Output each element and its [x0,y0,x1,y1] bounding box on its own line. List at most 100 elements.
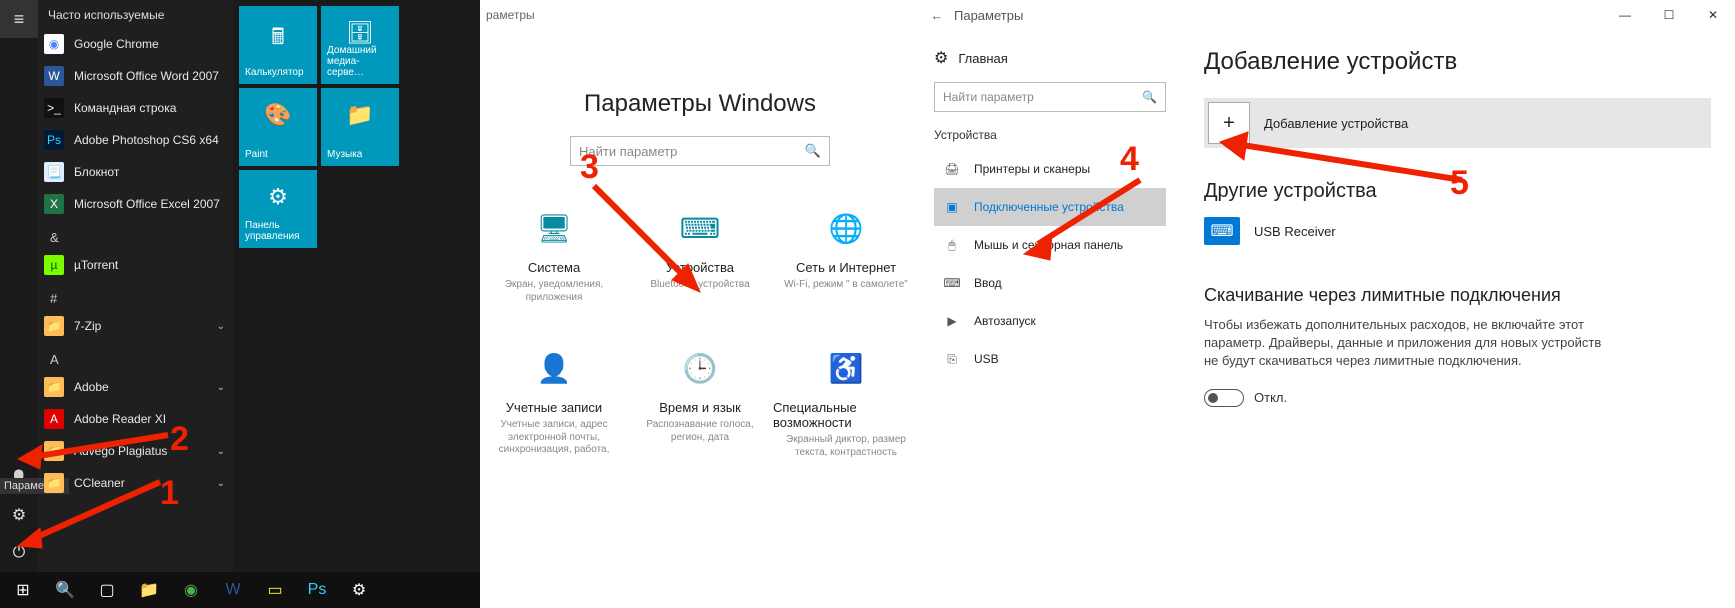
taskbar-settings-icon[interactable]: ⚙ [338,572,380,608]
app-label: Блокнот [74,165,119,179]
app-item[interactable]: 📁Adobe⌄ [38,371,233,403]
app-label: Adobe Photoshop CS6 x64 [74,133,219,147]
sidebar-item-label: Автозапуск [974,314,1036,328]
add-device-label: Добавление устройства [1264,116,1408,131]
sidebar-item[interactable]: 🖨Принтеры и сканеры [934,150,1166,188]
app-icon: 📃 [44,162,64,182]
tile[interactable]: 🗄Домашний медиа-серве… [321,6,399,84]
device-name: USB Receiver [1254,224,1336,239]
hamburger-icon[interactable] [0,0,38,38]
app-item[interactable]: 📁Advego Plagiatus⌄ [38,435,233,467]
letter-a[interactable]: A [38,342,233,371]
sidebar-item[interactable]: ⌨Ввод [934,264,1166,302]
app-item[interactable]: AAdobe Reader XI [38,403,233,435]
window-controls: — ☐ ✕ [1603,1,1735,29]
metered-toggle[interactable]: Откл. [1204,389,1711,407]
app-icon: 📁 [44,316,64,336]
devices-sidebar: ⚙ Главная Найти параметр 🔍 Устройства 🖨П… [920,30,1180,608]
tile-label: Панель управления [245,220,311,242]
sidebar-item-icon: ⎘ [942,352,962,367]
sidebar-item-icon: ▶ [942,314,962,328]
devices-h1: Добавление устройств [1204,48,1711,76]
taskbar-ps-icon[interactable]: Ps [296,572,338,608]
devices-search-placeholder: Найти параметр [943,90,1034,104]
taskbar-folder-icon[interactable]: 📁 [128,572,170,608]
task-view-icon[interactable]: ▢ [86,572,128,608]
start-menu: Параметры Часто используемые ◉Google Chr… [0,0,480,608]
sidebar-item[interactable]: ▶ Автозапуск [934,302,1166,340]
section-head-most-used: Часто используемые [38,0,233,28]
settings-home-label: раметры [480,8,535,22]
letter-amp[interactable]: & [38,220,233,249]
app-item[interactable]: ◉Google Chrome [38,28,233,60]
maximize-button[interactable]: ☐ [1647,1,1691,29]
app-icon: ◉ [44,34,64,54]
close-button[interactable]: ✕ [1691,1,1735,29]
taskbar-word-icon[interactable]: W [212,572,254,608]
metered-text: Чтобы избежать дополнительных расходов, … [1204,316,1614,371]
settings-category[interactable]: ♿Специальные возможностиЭкранный диктор,… [773,336,919,476]
sidebar-item-label: Ввод [974,276,1002,290]
search-icon[interactable]: 🔍 [44,572,86,608]
other-devices-head: Другие устройства [1204,180,1711,203]
power-icon[interactable] [0,534,38,572]
start-button[interactable]: ⊞ [2,572,44,608]
device-row[interactable]: ⌨ USB Receiver [1204,217,1711,245]
sidebar-item[interactable]: ▣Подключенные устройства [934,188,1166,226]
settings-category[interactable]: 🕒Время и языкРаспознавание голоса, регио… [627,336,773,476]
category-title: Время и язык [659,400,741,415]
tile-label: Калькулятор [245,67,311,78]
chevron-down-icon: ⌄ [217,446,225,457]
sidebar-item[interactable]: ⎘USB [934,340,1166,378]
app-item[interactable]: >_ Командная строка [38,92,233,124]
tile[interactable]: 📁Музыка [321,88,399,166]
taskbar-chrome-icon[interactable]: ◉ [170,572,212,608]
sidebar-item-icon: 🖱 [942,238,962,253]
sidebar-item-label: Принтеры и сканеры [974,162,1090,176]
desktop-left: Параметры Часто используемые ◉Google Chr… [0,0,480,608]
sidebar-item-label: Подключенные устройства [974,200,1124,214]
minimize-button[interactable]: — [1603,1,1647,29]
tile[interactable]: ⚙Панель управления [239,170,317,248]
app-icon: X [44,194,64,214]
settings-category[interactable]: ⌨УстройстваBluetooth, устройства [627,196,773,336]
settings-icon[interactable]: Параметры [0,496,38,534]
app-icon: A [44,409,64,429]
app-item[interactable]: WMicrosoft Office Word 2007 [38,60,233,92]
app-item[interactable]: PsAdobe Photoshop CS6 x64 [38,124,233,156]
app-icon: µ [44,255,64,275]
category-title: Учетные записи [506,400,602,415]
category-icon: 🌐 [828,210,864,246]
add-device-button[interactable]: + Добавление устройства [1204,98,1711,148]
app-item[interactable]: 📁7-Zip⌄ [38,310,233,342]
categories-grid: 🖥СистемаЭкран, уведомления, приложения⌨У… [480,196,920,476]
category-subtitle: Экран, уведомления, приложения [481,279,627,304]
app-item[interactable]: 📃 Блокнот [38,156,233,188]
home-link[interactable]: ⚙ Главная [934,48,1166,68]
letter-hash[interactable]: # [38,281,233,310]
category-icon: ⌨ [682,210,718,246]
start-app-list: Часто используемые ◉Google ChromeWMicros… [38,0,233,608]
settings-category[interactable]: 👤Учетные записиУчетные записи, адрес эле… [481,336,627,476]
app-item[interactable]: XMicrosoft Office Excel 2007 [38,188,233,220]
search-input[interactable]: Найти параметр 🔍 [570,136,830,166]
app-label: 7-Zip [74,319,101,333]
tile-label: Paint [245,149,311,160]
category-subtitle: Wi-Fi, режим " в самолете" [778,279,914,292]
app-label: Командная строка [74,101,176,115]
tile[interactable]: 🎨Paint [239,88,317,166]
back-button[interactable]: ← [920,8,954,23]
toggle-track [1204,389,1244,407]
sidebar-item[interactable]: 🖱Мышь и сенсорная панель [934,226,1166,264]
category-icon: 🖥 [536,210,572,246]
tile[interactable]: 🖩Калькулятор [239,6,317,84]
app-item[interactable]: 📁CCleaner⌄ [38,467,233,499]
app-icon: >_ [44,98,64,118]
taskbar-notes-icon[interactable]: ▭ [254,572,296,608]
settings-category[interactable]: 🖥СистемаЭкран, уведомления, приложения [481,196,627,336]
app-item[interactable]: µµTorrent [38,249,233,281]
tile-icon: 🗄 [346,20,374,46]
devices-search-input[interactable]: Найти параметр 🔍 [934,82,1166,112]
category-icon: 🕒 [682,350,718,386]
settings-category[interactable]: 🌐Сеть и ИнтернетWi-Fi, режим " в самолет… [773,196,919,336]
